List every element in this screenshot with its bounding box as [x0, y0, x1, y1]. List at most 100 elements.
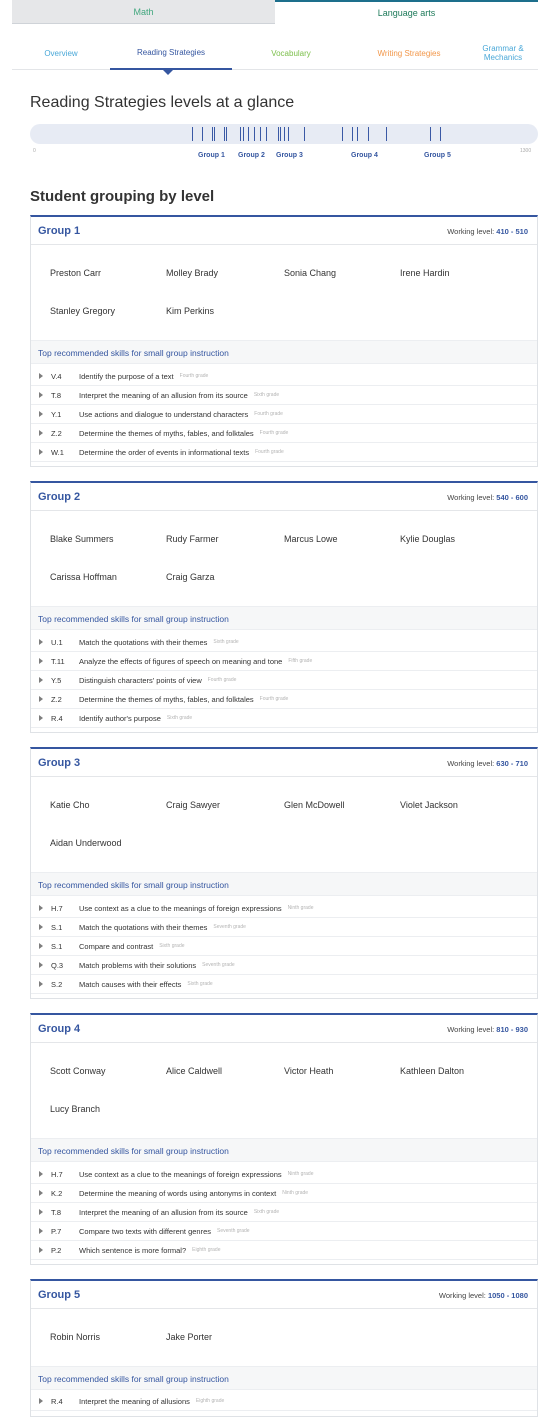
student-name[interactable]: Kylie Douglas [400, 534, 455, 544]
student-name[interactable]: Glen McDowell [284, 800, 345, 810]
expand-arrow-icon[interactable] [39, 905, 43, 911]
skill-grade: Sixth grade [253, 392, 280, 398]
skill-name[interactable]: Interpret the meaning of allusions [79, 1397, 190, 1406]
expand-arrow-icon[interactable] [39, 1209, 43, 1215]
skill-name[interactable]: Determine the themes of myths, fables, a… [79, 429, 254, 438]
student-name[interactable]: Robin Norris [50, 1332, 100, 1342]
skill-row[interactable]: Y.1 Use actions and dialogue to understan… [31, 405, 537, 424]
expand-arrow-icon[interactable] [39, 696, 43, 702]
tab-language-arts[interactable]: Language arts [275, 0, 538, 24]
skill-name[interactable]: Match the quotations with their themes [79, 923, 207, 932]
student-name[interactable]: Jake Porter [166, 1332, 212, 1342]
expand-arrow-icon[interactable] [39, 373, 43, 379]
skill-row[interactable]: T.8 Interpret the meaning of an allusion … [31, 386, 537, 405]
skill-row[interactable]: T.8 Interpret the meaning of an allusion … [31, 1203, 537, 1222]
skill-row[interactable]: Z.2 Determine the themes of myths, fables… [31, 424, 537, 443]
skill-row[interactable]: R.4 Interpret the meaning of allusions Eig… [31, 1392, 537, 1411]
student-name[interactable]: Molley Brady [166, 268, 218, 278]
student-name[interactable]: Victor Heath [284, 1066, 333, 1076]
skill-row[interactable]: Y.5 Distinguish characters' points of vie… [31, 671, 537, 690]
skill-name[interactable]: Use context as a clue to the meanings of… [79, 1170, 282, 1179]
tab-vocabulary[interactable]: Vocabulary [232, 36, 350, 70]
tab-writing-strategies[interactable]: Writing Strategies [350, 36, 468, 70]
student-name[interactable]: Alice Caldwell [166, 1066, 222, 1076]
student-name[interactable]: Craig Garza [166, 572, 215, 582]
skill-row[interactable]: S.1 Match the quotations with their theme… [31, 918, 537, 937]
student-name[interactable]: Lucy Branch [50, 1104, 100, 1114]
expand-arrow-icon[interactable] [39, 677, 43, 683]
student-name[interactable]: Kathleen Dalton [400, 1066, 464, 1076]
skill-name[interactable]: Use context as a clue to the meanings of… [79, 904, 282, 913]
skill-row[interactable]: R.4 Identify author's purpose Sixth grade [31, 709, 537, 728]
level-tick [357, 127, 358, 141]
expand-arrow-icon[interactable] [39, 639, 43, 645]
skill-name[interactable]: Match problems with their solutions [79, 961, 196, 970]
tab-grammar-mechanics[interactable]: Grammar & Mechanics [468, 36, 538, 70]
skill-name[interactable]: Identify the purpose of a text [79, 372, 174, 381]
expand-arrow-icon[interactable] [39, 1171, 43, 1177]
student-name[interactable]: Marcus Lowe [284, 534, 338, 544]
skill-grade: Seventh grade [202, 962, 235, 968]
student-name[interactable]: Violet Jackson [400, 800, 458, 810]
skill-row[interactable]: S.2 Match causes with their effects Sixth … [31, 975, 537, 994]
skill-grade: Ninth grade [287, 1171, 314, 1177]
skill-name[interactable]: Match causes with their effects [79, 980, 181, 989]
skill-name[interactable]: Identify author's purpose [79, 714, 161, 723]
skill-row[interactable]: W.1 Determine the order of events in info… [31, 443, 537, 462]
student-name[interactable]: Aidan Underwood [50, 838, 122, 848]
expand-arrow-icon[interactable] [39, 1398, 43, 1404]
skill-row[interactable]: T.11 Analyze the effects of figures of sp… [31, 652, 537, 671]
skill-name[interactable]: Interpret the meaning of an allusion fro… [79, 391, 248, 400]
skill-row[interactable]: H.7 Use context as a clue to the meanings… [31, 1165, 537, 1184]
skill-name[interactable]: Interpret the meaning of an allusion fro… [79, 1208, 248, 1217]
expand-arrow-icon[interactable] [39, 1190, 43, 1196]
expand-arrow-icon[interactable] [39, 924, 43, 930]
expand-arrow-icon[interactable] [39, 392, 43, 398]
expand-arrow-icon[interactable] [39, 1247, 43, 1253]
skill-row[interactable]: U.1 Match the quotations with their theme… [31, 633, 537, 652]
skill-name[interactable]: Compare and contrast [79, 942, 153, 951]
expand-arrow-icon[interactable] [39, 715, 43, 721]
skill-name[interactable]: Determine the order of events in informa… [79, 448, 249, 457]
expand-arrow-icon[interactable] [39, 1228, 43, 1234]
tab-reading-strategies[interactable]: Reading Strategies [110, 36, 232, 70]
skill-name[interactable]: Which sentence is more formal? [79, 1246, 186, 1255]
group-header: Group 4 Working level: 810 - 930 [31, 1015, 537, 1043]
expand-arrow-icon[interactable] [39, 962, 43, 968]
skill-row[interactable]: P.7 Compare two texts with different genr… [31, 1222, 537, 1241]
skill-name[interactable]: Determine the meaning of words using ant… [79, 1189, 276, 1198]
student-name[interactable]: Scott Conway [50, 1066, 106, 1076]
tab-math[interactable]: Math [12, 0, 275, 24]
skill-name[interactable]: Determine the themes of myths, fables, a… [79, 695, 254, 704]
student-name[interactable]: Stanley Gregory [50, 306, 115, 316]
skill-name[interactable]: Analyze the effects of figures of speech… [79, 657, 282, 666]
student-name[interactable]: Rudy Farmer [166, 534, 219, 544]
skill-name[interactable]: Match the quotations with their themes [79, 638, 207, 647]
skill-code: Q.3 [51, 960, 64, 970]
skill-row[interactable]: K.2 Determine the meaning of words using … [31, 1184, 537, 1203]
expand-arrow-icon[interactable] [39, 430, 43, 436]
skill-row[interactable]: Z.2 Determine the themes of myths, fables… [31, 690, 537, 709]
skill-row[interactable]: P.2 Which sentence is more formal? Eighth … [31, 1241, 537, 1260]
skill-name[interactable]: Distinguish characters' points of view [79, 676, 202, 685]
student-name[interactable]: Carissa Hoffman [50, 572, 117, 582]
student-name[interactable]: Irene Hardin [400, 268, 450, 278]
expand-arrow-icon[interactable] [39, 411, 43, 417]
expand-arrow-icon[interactable] [39, 658, 43, 664]
student-name[interactable]: Kim Perkins [166, 306, 214, 316]
skill-row[interactable]: Q.3 Match problems with their solutions Se… [31, 956, 537, 975]
tab-overview[interactable]: Overview [12, 36, 110, 70]
skill-name[interactable]: Use actions and dialogue to understand c… [79, 410, 248, 419]
skill-name[interactable]: Compare two texts with different genres [79, 1227, 211, 1236]
student-name[interactable]: Preston Carr [50, 268, 101, 278]
student-name[interactable]: Sonia Chang [284, 268, 336, 278]
expand-arrow-icon[interactable] [39, 943, 43, 949]
expand-arrow-icon[interactable] [39, 981, 43, 987]
student-name[interactable]: Blake Summers [50, 534, 114, 544]
student-name[interactable]: Craig Sawyer [166, 800, 220, 810]
expand-arrow-icon[interactable] [39, 449, 43, 455]
skill-row[interactable]: H.7 Use context as a clue to the meanings… [31, 899, 537, 918]
skill-row[interactable]: V.4 Identify the purpose of a text Fourth … [31, 367, 537, 386]
skill-row[interactable]: S.1 Compare and contrast Sixth grade [31, 937, 537, 956]
student-name[interactable]: Katie Cho [50, 800, 90, 810]
